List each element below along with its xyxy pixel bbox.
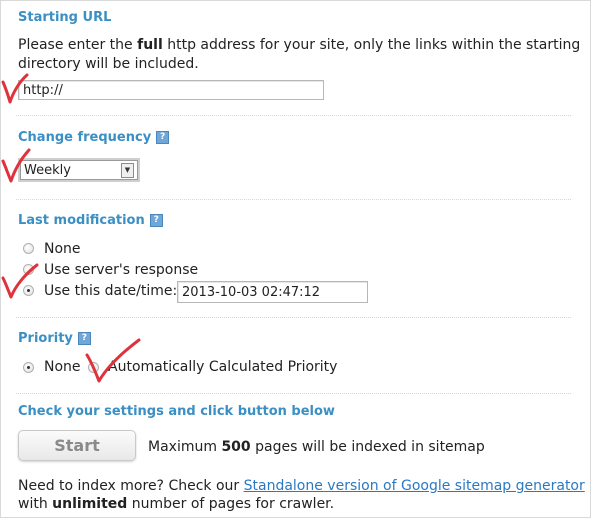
selected-value: Weekly: [24, 162, 71, 178]
radio-label-none: None: [44, 241, 81, 257]
change-frequency-select[interactable]: Weekly ▼: [20, 160, 138, 180]
max-text: Maximum: [148, 439, 222, 455]
radio-label-priority-none: None: [44, 359, 81, 375]
help-icon[interactable]: ?: [156, 131, 170, 144]
url-input[interactable]: [18, 80, 324, 100]
radio-priority-none[interactable]: [23, 362, 34, 373]
radio-lastmod-none[interactable]: [23, 243, 34, 254]
footer-text: Need to index more? Check our: [18, 478, 244, 494]
standalone-generator-link[interactable]: Standalone version of Google sitemap gen…: [244, 478, 585, 494]
last-modification-label: Last modification: [18, 213, 145, 228]
submit-heading: Check your settings and click button bel…: [18, 404, 335, 419]
section-divider: [16, 317, 571, 318]
desc-text: http address for your site, only the lin…: [162, 37, 581, 53]
radio-lastmod-custom[interactable]: [23, 285, 34, 296]
max-text: pages will be indexed in sitemap: [250, 439, 485, 455]
radio-priority-auto[interactable]: [88, 362, 99, 373]
desc-text: Please enter the: [18, 37, 138, 53]
dropdown-arrow-icon: ▼: [121, 162, 134, 178]
radio-lastmod-server[interactable]: [23, 264, 34, 275]
desc-bold: full: [137, 37, 163, 53]
footer-bold: unlimited: [52, 496, 128, 512]
change-frequency-label: Change frequency: [18, 130, 152, 145]
radio-label-custom: Use this date/time:: [44, 283, 178, 299]
datetime-input[interactable]: [177, 281, 368, 303]
section-divider: [16, 199, 571, 200]
max-pages-text: Maximum 500 pages will be indexed in sit…: [148, 439, 485, 455]
footer-line1: Need to index more? Check our Standalone…: [18, 478, 585, 494]
radio-label-server: Use server's response: [44, 262, 199, 278]
help-icon[interactable]: ?: [149, 214, 163, 227]
section-divider: [16, 115, 571, 116]
change-frequency-heading: Change frequency?: [18, 130, 170, 145]
starting-url-description: Please enter the full http address for y…: [18, 37, 580, 53]
footer-text: with: [18, 496, 53, 512]
starting-url-heading: Starting URL: [18, 10, 112, 25]
radio-label-priority-auto: Automatically Calculated Priority: [108, 359, 338, 375]
section-divider: [16, 393, 571, 394]
footer-line2: with unlimited number of pages for crawl…: [18, 496, 334, 512]
max-count: 500: [221, 439, 251, 455]
help-icon[interactable]: ?: [77, 332, 91, 345]
last-modification-heading: Last modification?: [18, 213, 163, 228]
footer-text: number of pages for crawler.: [127, 496, 335, 512]
starting-url-description-line2: directory will be included.: [18, 56, 199, 72]
priority-label: Priority: [18, 331, 73, 346]
start-button[interactable]: Start: [18, 430, 136, 461]
priority-heading: Priority?: [18, 331, 91, 346]
